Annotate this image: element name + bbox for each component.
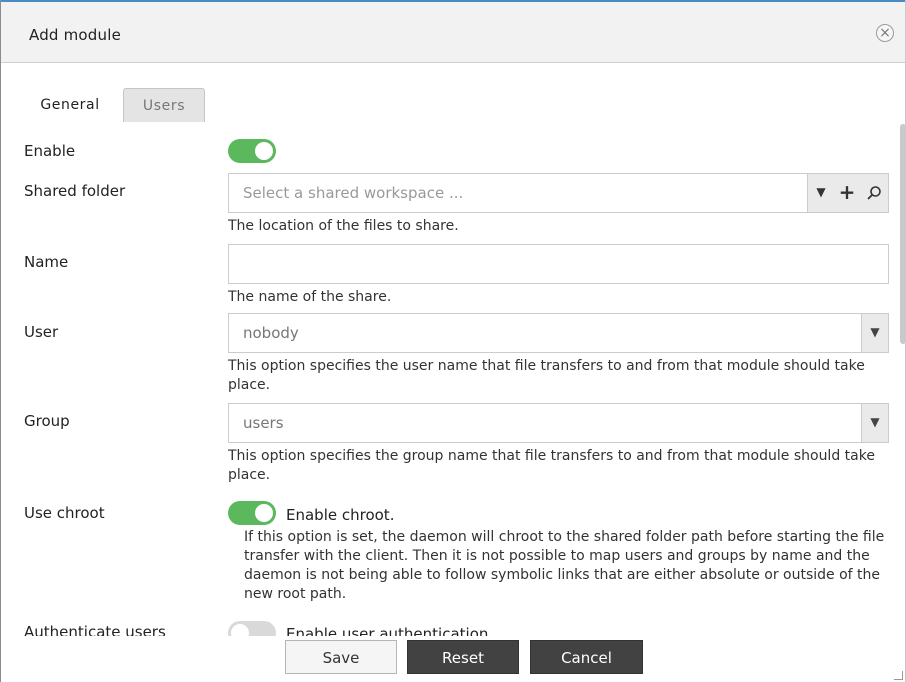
use-chroot-label: Use chroot: [24, 504, 105, 522]
chevron-down-icon[interactable]: ▼: [808, 174, 834, 212]
chevron-down-icon[interactable]: ▼: [861, 404, 888, 442]
name-input[interactable]: [228, 244, 889, 284]
user-label: User: [24, 323, 59, 341]
enable-label: Enable: [24, 142, 76, 160]
name-help: The name of the share.: [228, 289, 392, 305]
toggle-knob: [255, 142, 273, 160]
search-icon[interactable]: [860, 174, 888, 212]
tab-users[interactable]: Users: [123, 88, 205, 122]
shared-folder-actions: ▼ +: [807, 174, 888, 212]
shared-folder-label: Shared folder: [24, 182, 126, 200]
user-help: This option specifies the user name that…: [228, 358, 865, 393]
reset-button[interactable]: Reset: [407, 640, 519, 674]
shared-folder-select[interactable]: Select a shared workspace ... ▼ +: [228, 173, 889, 213]
save-button[interactable]: Save: [285, 640, 397, 674]
use-chroot-toggle[interactable]: [228, 501, 276, 525]
shared-folder-placeholder: Select a shared workspace ...: [243, 184, 464, 202]
window-left-border: [0, 0, 1, 682]
chevron-down-icon[interactable]: ▼: [861, 314, 888, 352]
dialog-footer: Save Reset Cancel: [1, 636, 905, 682]
close-icon[interactable]: ×: [876, 24, 894, 42]
group-value: users: [243, 414, 284, 432]
user-value: nobody: [243, 324, 299, 342]
shared-folder-help: The location of the files to share.: [228, 218, 459, 234]
cancel-button[interactable]: Cancel: [530, 640, 643, 674]
user-select[interactable]: nobody ▼: [228, 313, 889, 353]
use-chroot-checkbox-label: Enable chroot.: [286, 506, 395, 524]
group-label: Group: [24, 412, 70, 430]
tab-general[interactable]: General: [20, 88, 120, 122]
group-help: This option specifies the group name tha…: [228, 448, 875, 483]
group-select[interactable]: users ▼: [228, 403, 889, 443]
add-icon[interactable]: +: [834, 174, 860, 212]
enable-toggle[interactable]: [228, 139, 276, 163]
resize-handle[interactable]: [894, 671, 903, 680]
scrollbar[interactable]: [900, 124, 906, 344]
dialog-header: Add module ×: [1, 2, 905, 63]
name-label: Name: [24, 253, 69, 271]
dialog-title: Add module: [29, 26, 122, 44]
use-chroot-help: If this option is set, the daemon will c…: [244, 529, 885, 602]
toggle-knob: [255, 504, 273, 522]
